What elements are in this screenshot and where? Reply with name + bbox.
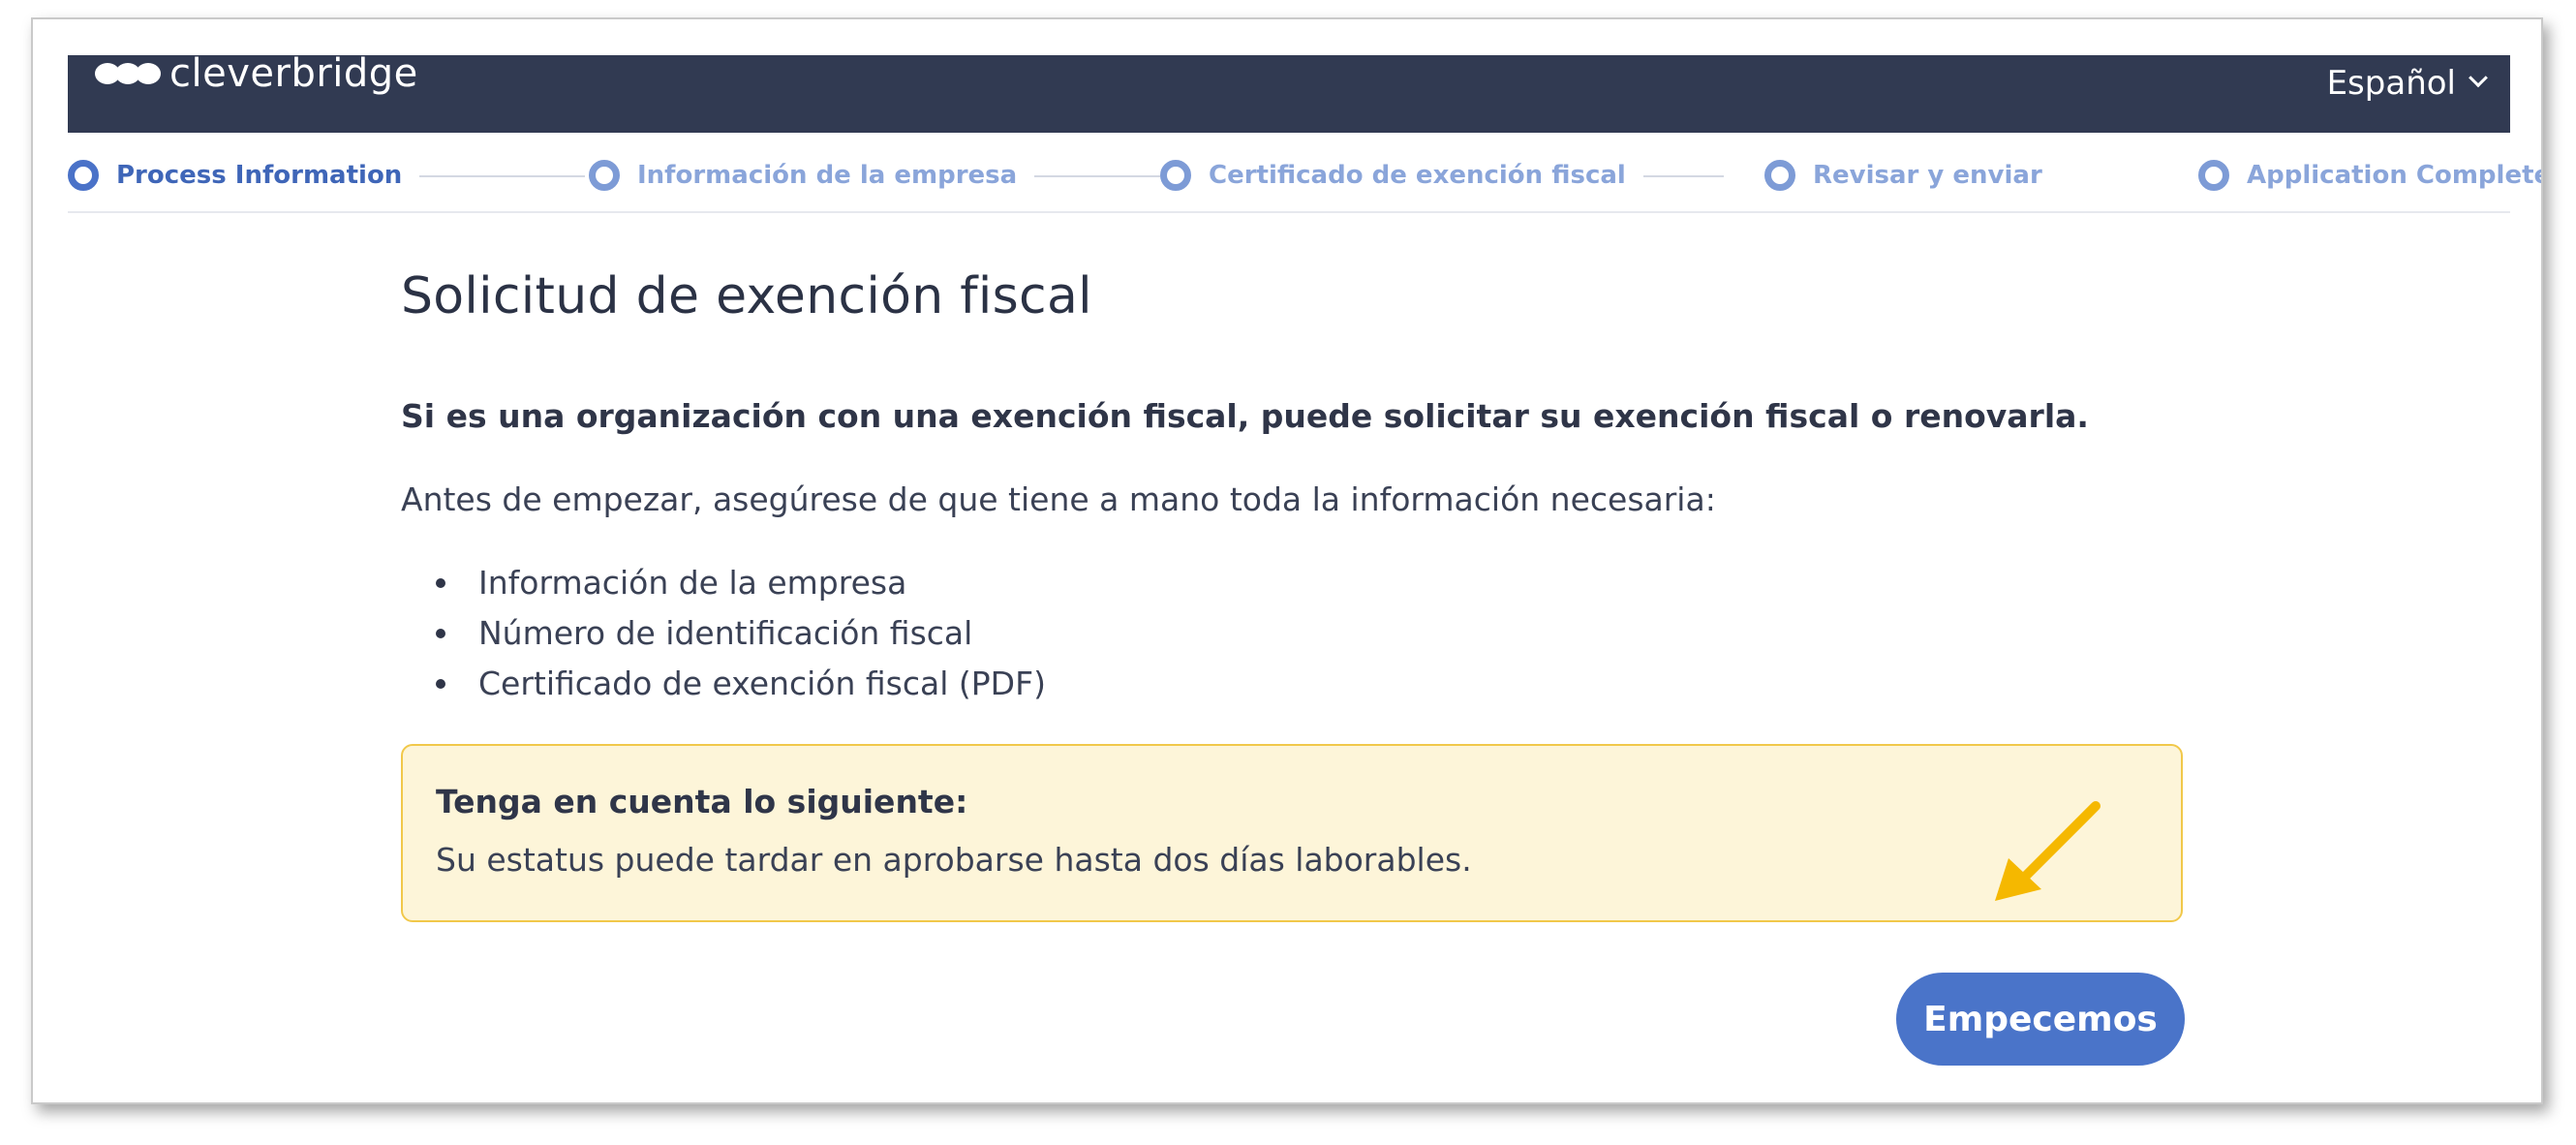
- list-item: Información de la empresa: [436, 558, 1046, 608]
- step-label: Certificado de exención fiscal: [1209, 161, 1626, 190]
- language-label: Español: [2326, 64, 2456, 103]
- step-label: Process Information: [116, 161, 403, 190]
- bullet-icon: [436, 578, 445, 588]
- top-header: cleverbridge Español: [68, 51, 2510, 133]
- requirement-label: Número de identificación fiscal: [478, 614, 973, 652]
- step-label: Application Completed: [2247, 161, 2543, 190]
- step-indicator-icon: [1764, 160, 1795, 191]
- step-tax-exemption-certificate[interactable]: Certificado de exención fiscal: [1160, 155, 1643, 196]
- step-indicator-icon: [1160, 160, 1191, 191]
- arrow-icon: [1995, 801, 2101, 901]
- before-text: Antes de empezar, asegúrese de que tiene…: [401, 480, 1716, 518]
- progress-stepper: Process Information Información de la em…: [68, 155, 2541, 213]
- notice-title: Tenga en cuenta lo siguiente:: [436, 783, 968, 820]
- language-selector[interactable]: Español: [2326, 55, 2488, 111]
- step-label: Información de la empresa: [637, 161, 1018, 190]
- bullet-icon: [436, 679, 445, 689]
- brand-logo[interactable]: cleverbridge: [95, 49, 418, 98]
- logo-dots-icon: [95, 63, 161, 84]
- start-button[interactable]: Empecemos: [1896, 973, 2185, 1066]
- list-item: Número de identificación fiscal: [436, 608, 1046, 659]
- list-item: Certificado de exención fiscal (PDF): [436, 659, 1046, 709]
- step-company-information[interactable]: Información de la empresa: [589, 155, 1035, 196]
- requirements-list: Información de la empresa Número de iden…: [436, 558, 1046, 709]
- step-application-completed[interactable]: Application Completed: [2198, 155, 2543, 196]
- step-label: Revisar y enviar: [1813, 161, 2042, 190]
- page-title: Solicitud de exención fiscal: [401, 267, 1092, 325]
- brand-name: cleverbridge: [169, 51, 418, 96]
- requirement-label: Información de la empresa: [478, 564, 907, 602]
- notice-box: Tenga en cuenta lo siguiente: Su estatus…: [401, 744, 2183, 922]
- bullet-icon: [436, 629, 445, 638]
- step-process-information[interactable]: Process Information: [68, 155, 420, 196]
- step-review-and-submit[interactable]: Revisar y enviar: [1764, 155, 2060, 196]
- step-indicator-icon: [2198, 160, 2229, 191]
- screenshot-frame: cleverbridge Español Process Information…: [31, 17, 2543, 1104]
- intro-text: Si es una organización con una exención …: [401, 397, 2089, 435]
- requirement-label: Certificado de exención fiscal (PDF): [478, 665, 1046, 702]
- step-indicator-icon: [589, 160, 620, 191]
- chevron-down-icon: [2469, 68, 2488, 88]
- notice-text: Su estatus puede tardar en aprobarse has…: [436, 841, 1472, 879]
- step-indicator-icon: [68, 160, 99, 191]
- main-content: Solicitud de exención fiscal Si es una o…: [401, 267, 2183, 702]
